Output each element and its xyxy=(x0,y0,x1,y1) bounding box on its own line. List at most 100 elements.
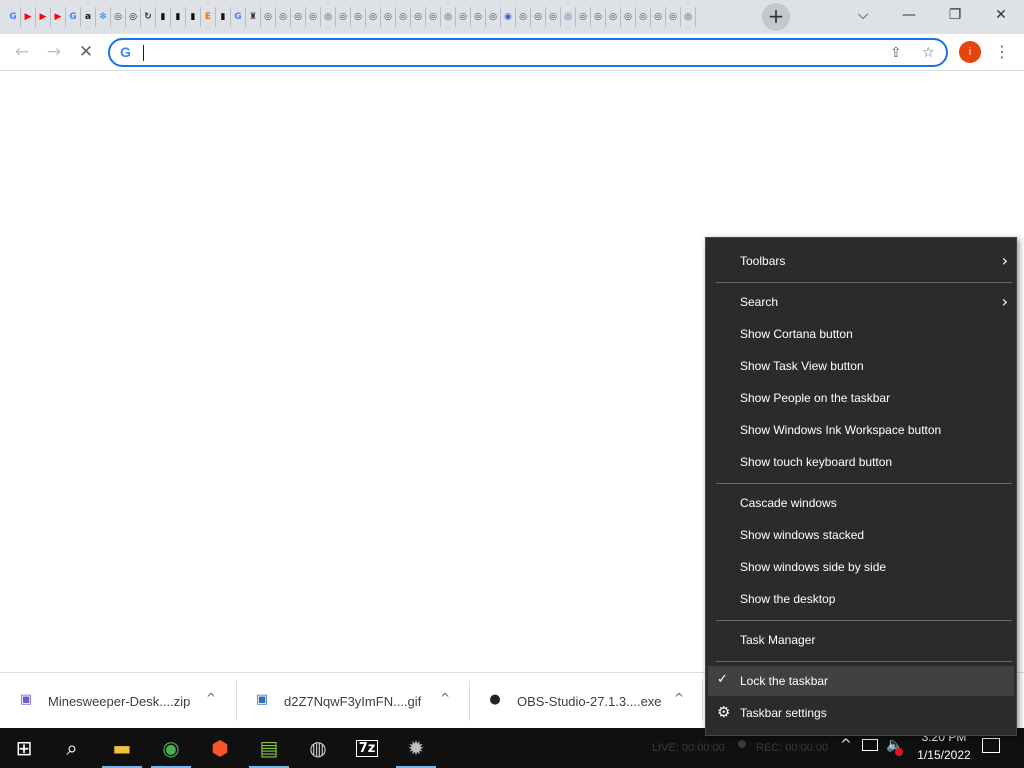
tray-chevron-up-icon[interactable]: ^ xyxy=(840,737,852,753)
browser-tab[interactable]: ▶ xyxy=(51,7,66,27)
site-icon: ◎ xyxy=(474,12,482,22)
back-button[interactable]: ← xyxy=(10,40,34,64)
browser-tab[interactable]: ◎ xyxy=(291,7,306,27)
menu-item-show-ink-workspace[interactable]: Show Windows Ink Workspace button xyxy=(708,415,1014,445)
browser-tab[interactable]: ▶ xyxy=(36,7,51,27)
browser-tab[interactable]: E xyxy=(201,7,216,27)
menu-item-lock-taskbar[interactable]: ✓ Lock the taskbar xyxy=(708,666,1014,696)
document-icon: ▮ xyxy=(160,12,166,22)
minimize-button[interactable]: — xyxy=(886,0,932,32)
network-icon[interactable] xyxy=(862,739,878,751)
browser-tab[interactable]: ◎ xyxy=(411,7,426,27)
menu-item-label: Show touch keyboard button xyxy=(740,455,893,469)
menu-item-show-windows-side-by-side[interactable]: Show windows side by side xyxy=(708,552,1014,582)
browser-tab[interactable]: ◎ xyxy=(606,7,621,27)
browser-tab[interactable]: G xyxy=(231,7,246,27)
taskbar-app-settings-gear[interactable]: ✹ xyxy=(392,728,440,768)
browser-tab[interactable]: ♜ xyxy=(246,7,261,27)
browser-tab[interactable]: ◎ xyxy=(396,7,411,27)
browser-tab[interactable]: ▮ xyxy=(186,7,201,27)
browser-tab[interactable]: ◎ xyxy=(381,7,396,27)
menu-item-show-task-view[interactable]: Show Task View button xyxy=(708,351,1014,381)
browser-tab[interactable]: ▮ xyxy=(216,7,231,27)
browser-tab[interactable]: ◎ xyxy=(276,7,291,27)
browser-tab[interactable]: ◎ xyxy=(531,7,546,27)
restore-button[interactable]: ❐ xyxy=(932,0,978,32)
browser-tab[interactable]: ◎ xyxy=(516,7,531,27)
download-item[interactable]: ● OBS-Studio-27.1.3....exe ^ xyxy=(469,673,702,729)
notification-icon[interactable] xyxy=(982,738,1000,753)
browser-tab[interactable]: ◎ xyxy=(126,7,141,27)
menu-item-show-cortana[interactable]: Show Cortana button xyxy=(708,319,1014,349)
browser-tab[interactable]: ◎ xyxy=(651,7,666,27)
browser-tab[interactable]: ◎ xyxy=(471,7,486,27)
brave-icon: ⬢ xyxy=(211,736,229,760)
browser-tab[interactable]: ▮ xyxy=(171,7,186,27)
browser-tab[interactable]: G xyxy=(6,7,21,27)
taskbar-app-chrome[interactable]: ◉ xyxy=(147,728,195,768)
close-window-button[interactable]: ✕ xyxy=(978,0,1024,32)
tab-search-dropdown-icon[interactable]: ⌵ xyxy=(840,0,886,32)
browser-tab[interactable]: a xyxy=(81,7,96,27)
menu-item-cascade-windows[interactable]: Cascade windows xyxy=(708,488,1014,518)
browser-tab[interactable]: ↻ xyxy=(141,7,156,27)
menu-item-task-manager[interactable]: Task Manager xyxy=(708,625,1014,655)
browser-tab[interactable]: ◎ xyxy=(351,7,366,27)
download-item[interactable]: ▣ d2Z7NqwF3yImFN....gif ^ xyxy=(236,673,469,729)
start-button[interactable]: ⊞ xyxy=(0,728,48,768)
taskbar-app-brave[interactable]: ⬢ xyxy=(196,728,244,768)
taskbar-app-notepad-plus-plus[interactable]: ▤ xyxy=(245,728,293,768)
browser-tab[interactable]: ◎ xyxy=(591,7,606,27)
browser-tab[interactable]: ◎ xyxy=(546,7,561,27)
browser-tab[interactable]: ◎ xyxy=(336,7,351,27)
browser-tab[interactable]: G xyxy=(66,7,81,27)
taskbar-app-obs-studio[interactable]: ◍ xyxy=(294,728,342,768)
menu-item-toolbars[interactable]: Toolbars › xyxy=(708,246,1014,276)
share-icon[interactable]: ⇪ xyxy=(890,45,902,61)
stop-loading-button[interactable]: ✕ xyxy=(74,40,98,64)
menu-item-show-desktop[interactable]: Show the desktop xyxy=(708,584,1014,614)
address-bar[interactable]: G ⇪ ☆ xyxy=(108,38,948,67)
taskbar-app-7-zip[interactable]: 7z xyxy=(343,728,391,768)
browser-tab[interactable]: ▮ xyxy=(156,7,171,27)
menu-item-show-windows-stacked[interactable]: Show windows stacked xyxy=(708,520,1014,550)
new-tab-button[interactable]: + xyxy=(762,3,790,31)
profile-avatar[interactable]: i xyxy=(959,41,981,63)
browser-tab[interactable]: ◎ xyxy=(486,7,501,27)
menu-item-show-touch-keyboard[interactable]: Show touch keyboard button xyxy=(708,447,1014,477)
browser-tab[interactable]: ◎ xyxy=(666,7,681,27)
taskbar-app-file-explorer[interactable]: ▬ xyxy=(98,728,146,768)
site-icon: ◎ xyxy=(114,12,122,22)
chevron-up-icon[interactable]: ^ xyxy=(440,691,450,705)
menu-item-search[interactable]: Search › xyxy=(708,287,1014,317)
browser-tab[interactable]: ▶ xyxy=(21,7,36,27)
browser-tab[interactable]: ◎ xyxy=(441,7,456,27)
chevron-up-icon[interactable]: ^ xyxy=(674,691,684,705)
browser-tab[interactable]: ◎ xyxy=(261,7,276,27)
browser-tab[interactable]: ◎ xyxy=(306,7,321,27)
menu-item-taskbar-settings[interactable]: ⚙ Taskbar settings xyxy=(708,698,1014,728)
browser-tab[interactable]: ◎ xyxy=(321,7,336,27)
forward-button[interactable]: → xyxy=(42,40,66,64)
clock-date[interactable]: 1/15/2022 xyxy=(906,748,982,762)
menu-item-show-people[interactable]: Show People on the taskbar xyxy=(708,383,1014,413)
browser-tab[interactable]: ◎ xyxy=(576,7,591,27)
browser-tab[interactable]: ◎ xyxy=(456,7,471,27)
browser-tab[interactable]: ◎ xyxy=(681,7,696,27)
browser-tab[interactable]: ◎ xyxy=(561,7,576,27)
browser-tab[interactable]: ◎ xyxy=(636,7,651,27)
chrome-menu-icon[interactable]: ⋮ xyxy=(994,40,1010,64)
chevron-up-icon[interactable]: ^ xyxy=(206,691,216,705)
browser-tab[interactable]: ✻ xyxy=(96,7,111,27)
browser-tab[interactable]: ◉ xyxy=(501,7,516,27)
browser-tab[interactable]: ◎ xyxy=(426,7,441,27)
browser-tab[interactable]: ◎ xyxy=(366,7,381,27)
site-icon: ◎ xyxy=(384,12,392,22)
file-explorer-icon: ▬ xyxy=(112,736,132,760)
google-icon: G xyxy=(120,44,131,60)
browser-tab[interactable]: ◎ xyxy=(111,7,126,27)
search-button[interactable]: ⌕ xyxy=(48,728,96,768)
browser-tab[interactable]: ◎ xyxy=(621,7,636,27)
download-item[interactable]: ▣ Minesweeper-Desk....zip ^ xyxy=(0,673,236,729)
bookmark-star-icon[interactable]: ☆ xyxy=(922,45,935,61)
